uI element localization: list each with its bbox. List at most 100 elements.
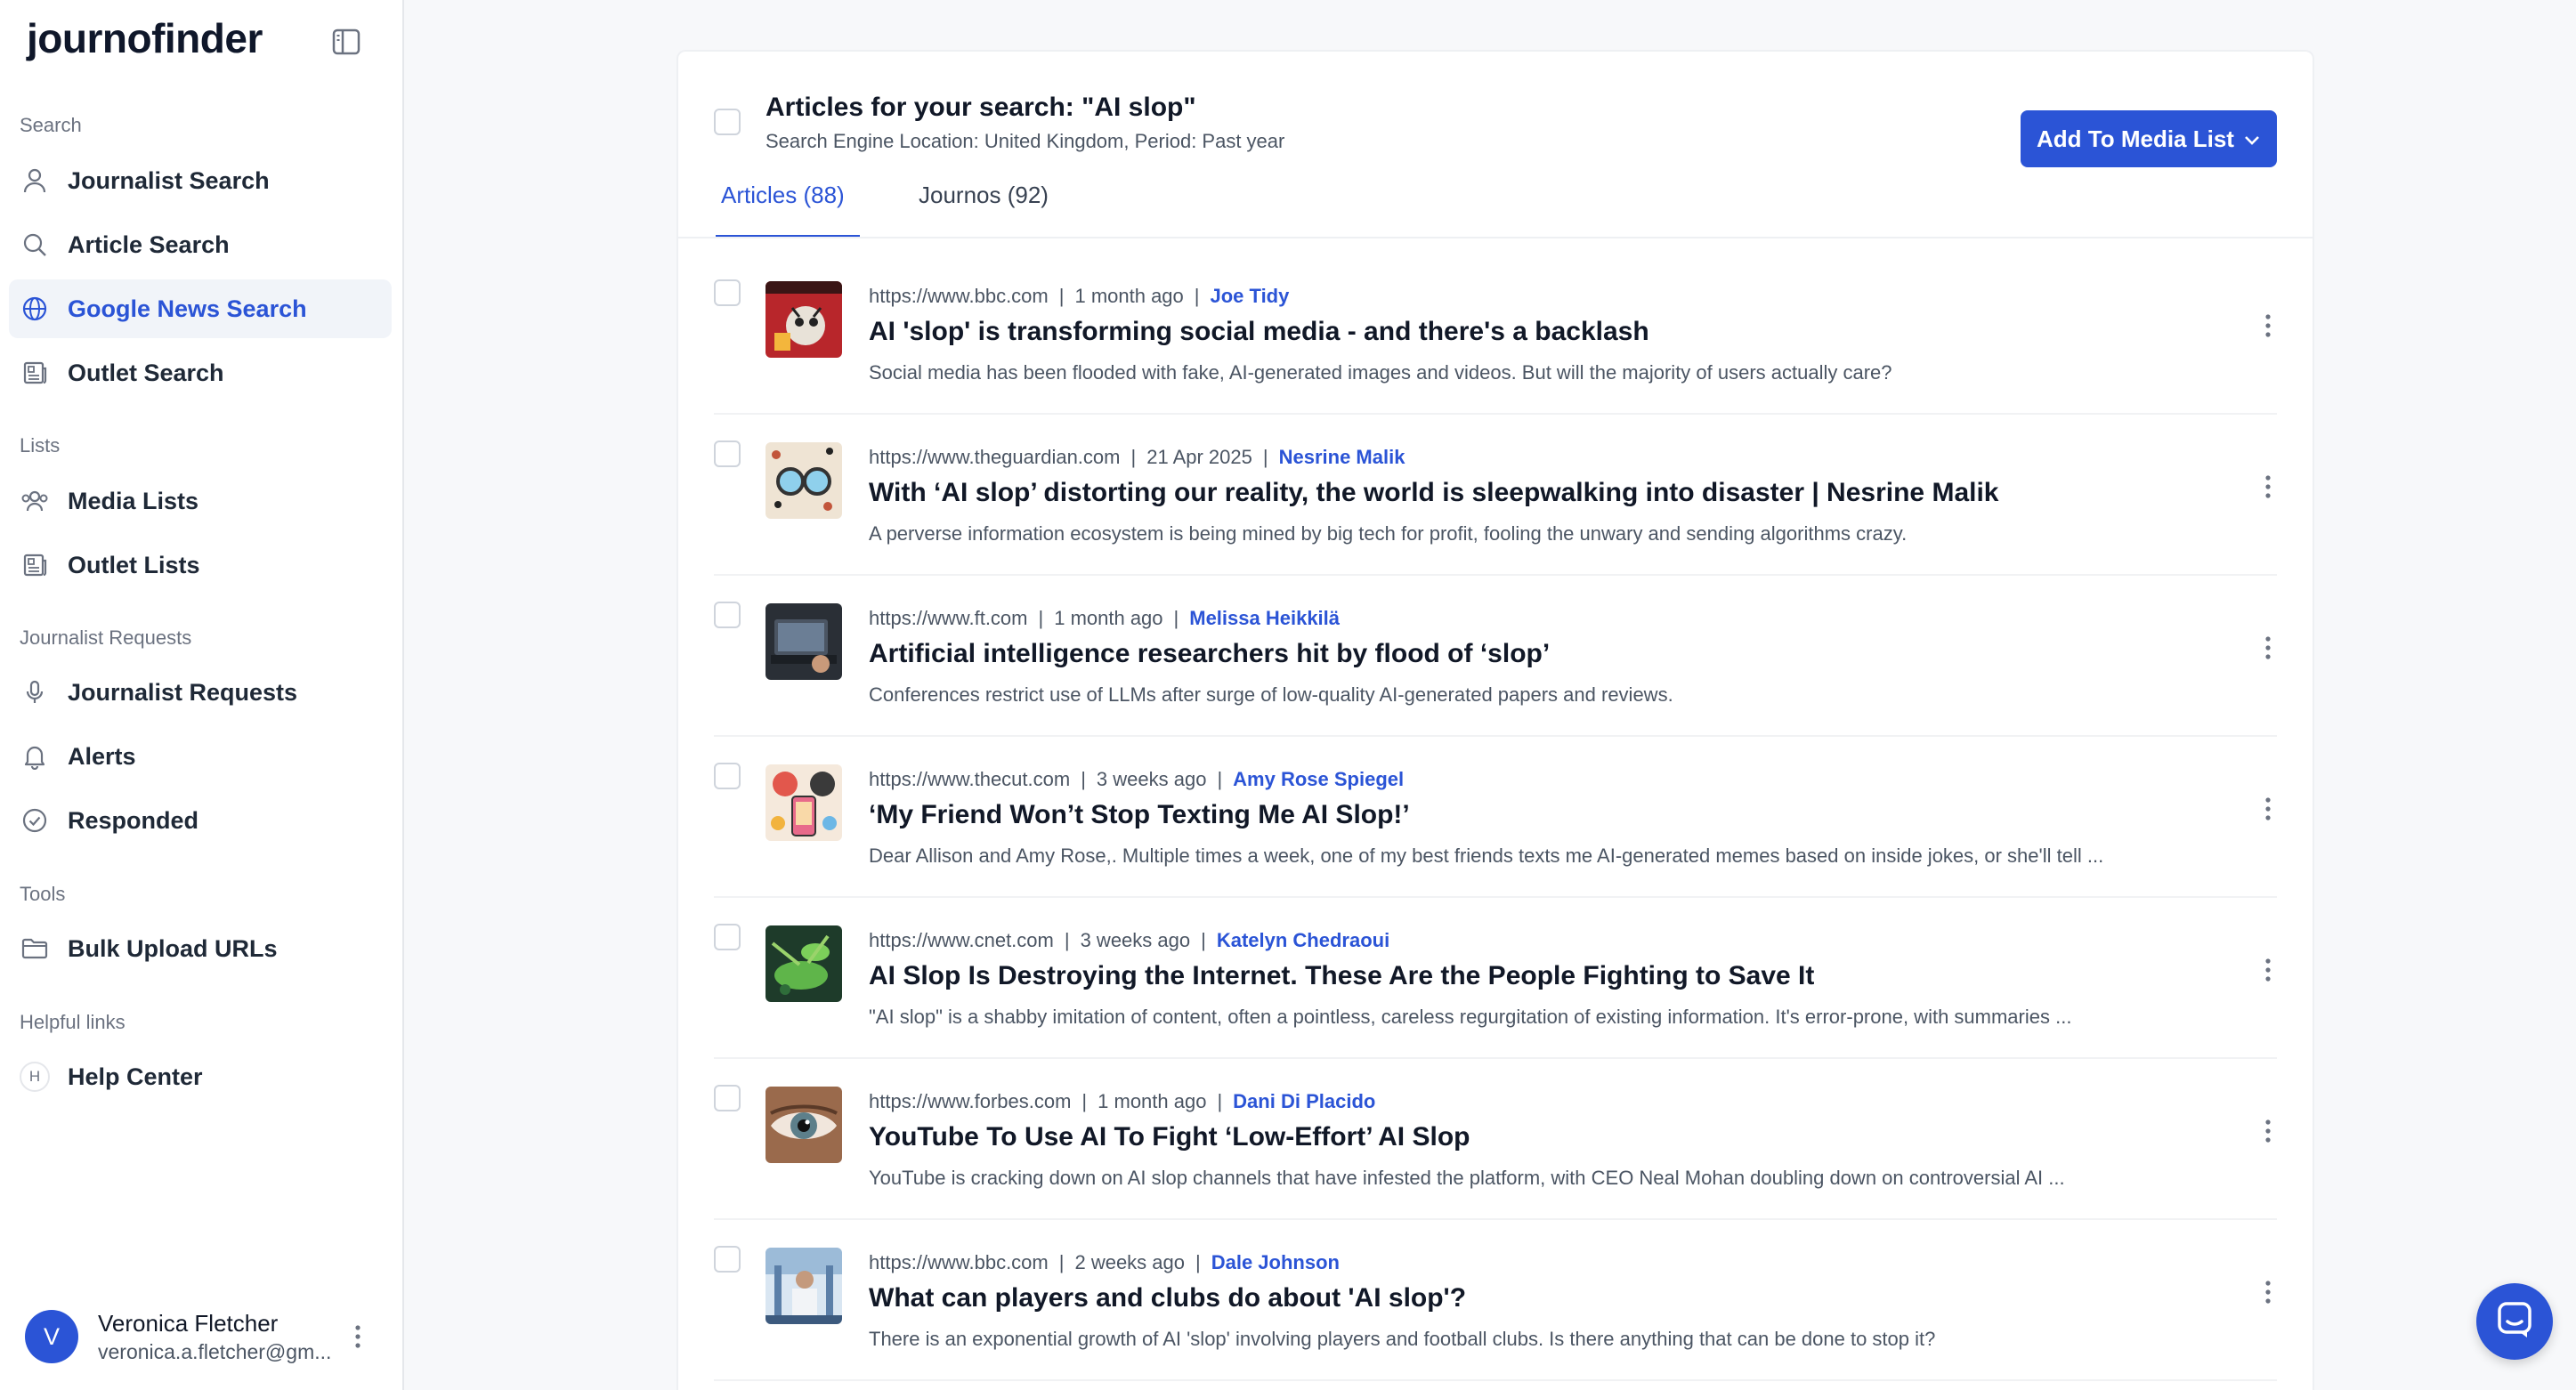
article-author-link[interactable]: Amy Rose Spiegel (1233, 768, 1404, 790)
sidebar-item-media-lists[interactable]: Media Lists (9, 472, 392, 530)
sidebar-item-outlet-lists[interactable]: Outlet Lists (9, 536, 392, 594)
sidebar-item-label: Article Search (68, 230, 230, 258)
sidebar-item-article-search[interactable]: Article Search (9, 215, 392, 274)
meta-separator: | (1201, 929, 1206, 951)
more-vertical-icon[interactable] (2259, 630, 2277, 666)
article-meta: https://www.bbc.com | 1 month ago | Joe Tidy (869, 285, 1289, 308)
meta-separator: | (1081, 1090, 1088, 1112)
newspaper-icon (20, 358, 50, 388)
select-all-checkbox[interactable] (714, 109, 741, 135)
article-title[interactable]: With ‘AI slop’ distorting our reality, t… (869, 478, 1998, 508)
meta-separator: | (1262, 446, 1268, 468)
more-vertical-icon[interactable] (347, 1319, 369, 1354)
article-date: 3 weeks ago (1096, 768, 1207, 790)
article-author-link[interactable]: Dale Johnson (1211, 1251, 1340, 1273)
article-thumbnail[interactable] (766, 925, 842, 1002)
article-title[interactable]: AI Slop Is Destroying the Internet. Thes… (869, 961, 1814, 991)
more-vertical-icon[interactable] (2259, 1274, 2277, 1310)
meta-separator: | (1058, 1251, 1065, 1273)
sidebar-item-bulk-upload-urls[interactable]: Bulk Upload URLs (9, 919, 392, 978)
article-thumbnail[interactable] (766, 1248, 842, 1324)
more-vertical-icon[interactable] (2259, 308, 2277, 343)
article-item[interactable]: https://www.bbc.com | 1 month ago | Joe Tidy… (714, 255, 2277, 415)
article-source-url[interactable]: https://www.thecut.com (869, 768, 1070, 790)
article-thumbnail[interactable] (766, 603, 842, 680)
article-checkbox[interactable] (714, 279, 741, 306)
article-title[interactable]: Artificial intelligence researchers hit … (869, 639, 1550, 669)
brand-logo[interactable]: journofinder (27, 14, 263, 62)
article-snippet: Dear Allison and Amy Rose,. Multiple tim… (869, 845, 2104, 867)
more-vertical-icon[interactable] (2259, 952, 2277, 988)
article-author-link[interactable]: Melissa Heikkilä (1189, 607, 1340, 629)
article-title[interactable]: What can players and clubs do about 'AI … (869, 1283, 1466, 1313)
meta-separator: | (1038, 607, 1044, 629)
article-source-url[interactable]: https://www.bbc.com (869, 1251, 1049, 1273)
article-checkbox[interactable] (714, 763, 741, 789)
user-email: veronica.a.fletcher@gm... (98, 1340, 332, 1363)
article-author-link[interactable]: Joe Tidy (1211, 285, 1290, 307)
tab-articles[interactable]: Articles (88) (721, 182, 845, 209)
chevron-down-icon (2243, 125, 2261, 153)
sidebar-item-responded[interactable]: Responded (9, 791, 392, 850)
check-circle-icon (20, 805, 50, 836)
article-checkbox[interactable] (714, 1085, 741, 1111)
sidebar-item-label: Responded (68, 806, 199, 834)
sidebar-item-alerts[interactable]: Alerts (9, 727, 392, 786)
article-thumbnail[interactable] (766, 281, 842, 358)
sidebar-toggle-icon[interactable] (331, 27, 361, 57)
page-title: Articles for your search: "AI slop" (766, 93, 1196, 122)
article-item[interactable]: https://www.ft.com | 1 month ago | Melissa H… (714, 577, 2277, 737)
tabs-divider (678, 237, 2313, 238)
article-item[interactable]: https://www.forbes.com | 1 month ago | Dani … (714, 1060, 2277, 1220)
more-vertical-icon[interactable] (2259, 791, 2277, 827)
user-icon (20, 166, 50, 196)
article-source-url[interactable]: https://www.cnet.com (869, 929, 1054, 951)
article-thumbnail[interactable] (766, 1087, 842, 1163)
article-checkbox[interactable] (714, 602, 741, 628)
article-snippet: Social media has been flooded with fake,… (869, 361, 1892, 384)
section-label-lists: Lists (20, 434, 61, 457)
article-item[interactable]: https://www.thecut.com | 3 weeks ago | Amy R… (714, 738, 2277, 898)
globe-icon (20, 294, 50, 324)
chat-launcher-button[interactable] (2476, 1283, 2553, 1360)
sidebar-item-journalist-requests[interactable]: Journalist Requests (9, 663, 392, 722)
article-author-link[interactable]: Nesrine Malik (1279, 446, 1405, 468)
tab-journos[interactable]: Journos (92) (919, 182, 1049, 209)
article-meta: https://www.theguardian.com | 21 Apr 2025 |… (869, 446, 1405, 469)
article-source-url[interactable]: https://www.bbc.com (869, 285, 1049, 307)
chat-icon (2495, 1300, 2534, 1344)
row-divider (714, 1057, 2277, 1059)
article-title[interactable]: YouTube To Use AI To Fight ‘Low-Effort’ … (869, 1122, 1470, 1152)
sidebar-item-help-center[interactable]: H Help Center (9, 1047, 392, 1106)
sidebar-item-google-news-search[interactable]: Google News Search (9, 279, 392, 338)
article-thumbnail[interactable] (766, 442, 842, 519)
article-item[interactable]: https://www.cnet.com | 3 weeks ago | Katelyn… (714, 899, 2277, 1059)
article-source-url[interactable]: https://www.forbes.com (869, 1090, 1071, 1112)
article-source-url[interactable]: https://www.ft.com (869, 607, 1028, 629)
article-date: 1 month ago (1054, 607, 1163, 629)
section-label-helpful-links: Helpful links (20, 1011, 126, 1033)
article-source-url[interactable]: https://www.theguardian.com (869, 446, 1120, 468)
sidebar-item-outlet-search[interactable]: Outlet Search (9, 343, 392, 402)
user-profile[interactable]: V Veronica Fletcher veronica.a.fletcher@… (25, 1306, 390, 1369)
article-title[interactable]: AI 'slop' is transforming social media -… (869, 317, 1649, 347)
article-checkbox[interactable] (714, 924, 741, 950)
more-vertical-icon[interactable] (2259, 1113, 2277, 1149)
article-checkbox[interactable] (714, 1246, 741, 1273)
add-to-media-list-button[interactable]: Add To Media List (2021, 110, 2277, 167)
article-date: 3 weeks ago (1080, 929, 1191, 951)
article-item[interactable]: https://www.bbc.com | 2 weeks ago | Dale Joh… (714, 1221, 2277, 1381)
article-thumbnail[interactable] (766, 764, 842, 841)
section-label-tools: Tools (20, 883, 66, 905)
more-vertical-icon[interactable] (2259, 469, 2277, 505)
meta-separator: | (1058, 285, 1065, 307)
article-title[interactable]: ‘My Friend Won’t Stop Texting Me AI Slop… (869, 800, 1410, 830)
article-checkbox[interactable] (714, 440, 741, 467)
sidebar-item-journalist-search[interactable]: Journalist Search (9, 151, 392, 210)
article-author-link[interactable]: Dani Di Placido (1233, 1090, 1375, 1112)
users-icon (20, 486, 50, 516)
avatar[interactable]: V (25, 1310, 78, 1363)
article-author-link[interactable]: Katelyn Chedraoui (1217, 929, 1389, 951)
article-item[interactable]: https://www.theguardian.com | 21 Apr 2025 |… (714, 416, 2277, 576)
search-subtitle: Search Engine Location: United Kingdom, … (766, 130, 1285, 152)
